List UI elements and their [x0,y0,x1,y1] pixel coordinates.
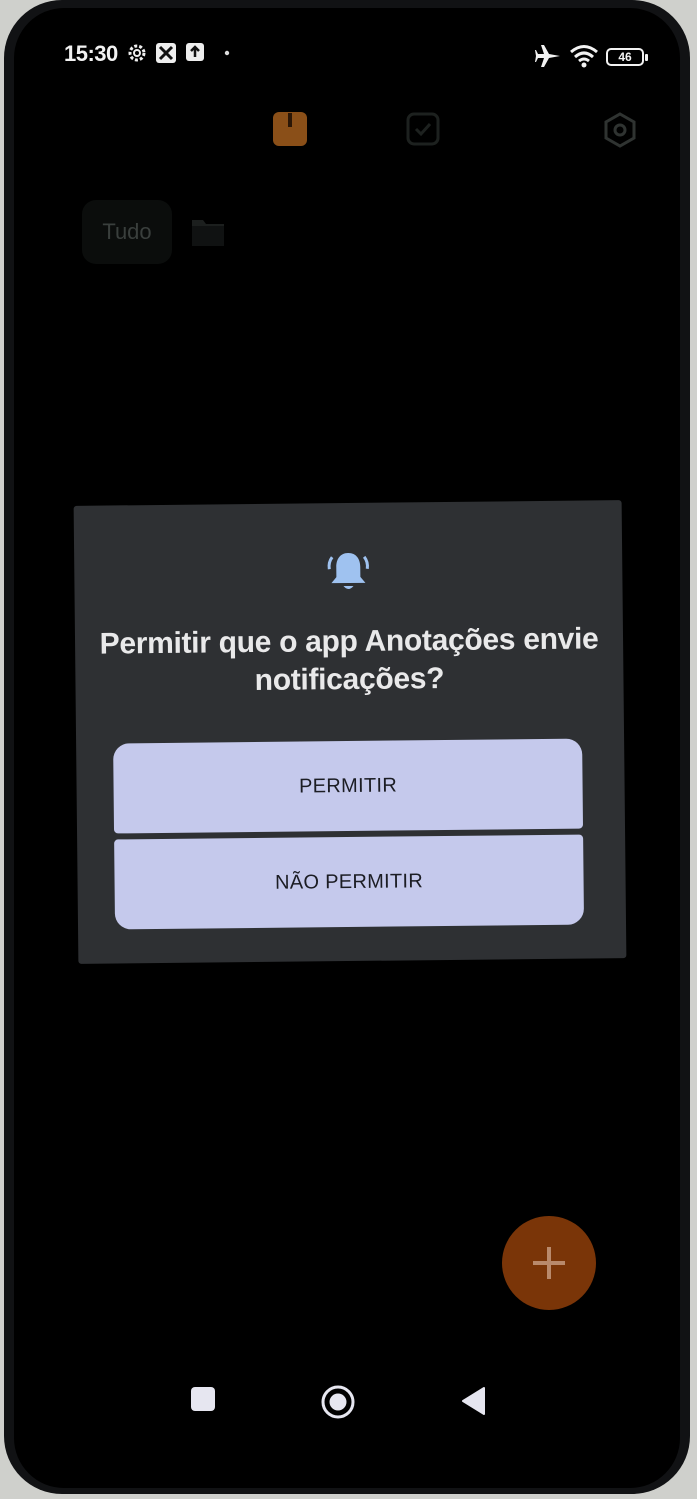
app-notification-icon [156,43,176,63]
permission-dialog: Permitir que o app Anotações envie notif… [73,500,627,964]
notes-icon[interactable] [272,111,308,147]
deny-button[interactable]: NÃO PERMITIR [114,834,585,930]
screen: 15:30 46 Tudo Permitir que o app Anotaçõ… [14,8,680,1488]
tasks-icon[interactable] [406,112,440,146]
back-icon[interactable] [460,1386,486,1416]
upload-icon [186,43,204,61]
status-bar: 15:30 46 [14,8,680,108]
wifi-icon [570,45,598,68]
battery-level: 46 [618,50,632,64]
plus-icon [533,1247,565,1279]
recents-icon[interactable] [190,1386,216,1412]
airplane-icon [535,45,560,67]
battery-icon: 46 [606,48,644,66]
settings-gear-icon [128,44,146,62]
filter-all-label: Tudo [102,219,152,244]
status-time: 15:30 [64,41,118,66]
filter-chip-all[interactable]: Tudo [82,200,172,264]
settings-icon[interactable] [602,112,638,148]
battery-tip [645,54,648,61]
dot-icon [224,50,230,56]
dialog-title: Permitir que o app Anotações envie notif… [99,622,599,697]
bell-icon [327,553,369,590]
folder-icon[interactable] [190,216,226,248]
allow-button[interactable]: PERMITIR [113,738,584,834]
phone-frame: 15:30 46 Tudo Permitir que o app Anotaçõ… [4,0,690,1494]
home-icon[interactable] [320,1384,356,1420]
add-note-button[interactable] [502,1216,596,1310]
